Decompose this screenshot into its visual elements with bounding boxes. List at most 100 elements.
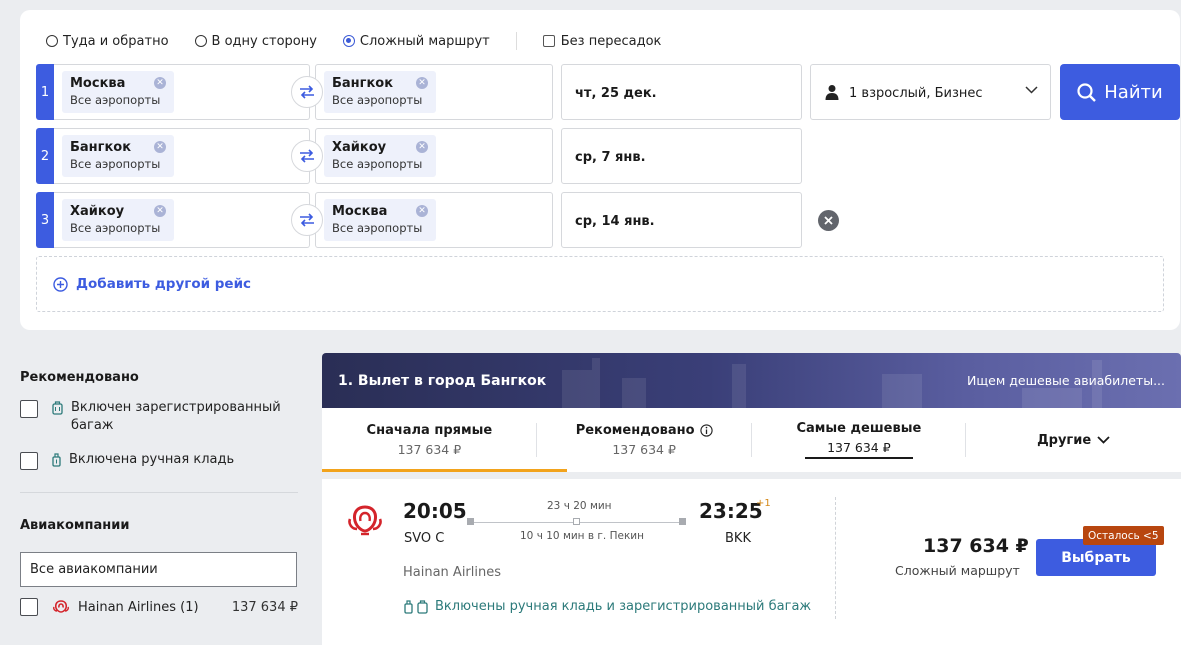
suitcase-icon <box>52 401 63 415</box>
clear-destination-icon[interactable]: ✕ <box>416 141 428 153</box>
origin-airports: Все аэропорты <box>70 93 161 107</box>
swap-button[interactable] <box>291 140 323 172</box>
trip-type-multicity-label: Сложный маршрут <box>359 33 490 49</box>
hainan-logo-icon <box>53 600 69 613</box>
suitcase-icon <box>417 599 428 614</box>
hand-bag-icon <box>52 453 61 467</box>
direct-only-label: Без пересадок <box>560 33 662 49</box>
leg-number: 3 <box>36 192 54 248</box>
swap-icon <box>300 213 314 227</box>
baggage-info: Включены ручная кладь и зарегистрированн… <box>404 599 811 614</box>
close-icon <box>824 216 833 225</box>
date-field[interactable]: чт, 25 дек. <box>561 64 802 120</box>
search-status: Ищем дешевые авиабилеты... <box>967 373 1165 388</box>
airline-filter-price: 137 634 ₽ <box>231 599 298 615</box>
radio-oneway[interactable] <box>194 35 207 47</box>
tab-recommended[interactable]: Рекомендовано 137 634 ₽ <box>537 408 752 472</box>
departure-airport: SVO C <box>404 531 445 546</box>
tab-label-wrap: Рекомендовано <box>576 423 713 438</box>
destination-chip[interactable]: Москва Все аэропорты ✕ <box>324 199 436 241</box>
ticket-divider <box>835 497 836 619</box>
origin-field[interactable]: Хайкоу Все аэропорты ✕ <box>54 192 310 248</box>
plus-circle-icon <box>53 276 68 292</box>
airlines-title: Авиакомпании <box>20 518 130 533</box>
direct-only-checkbox[interactable] <box>542 35 555 47</box>
destination-field[interactable]: Москва Все аэропорты ✕ <box>315 192 553 248</box>
arrival-airport: BKK <box>725 531 751 546</box>
airline-filter-name: Hainan Airlines (1) <box>78 599 199 615</box>
destination-field[interactable]: Бангкок Все аэропорты ✕ <box>315 64 553 120</box>
swap-button[interactable] <box>291 76 323 108</box>
destination-chip[interactable]: Хайкоу Все аэропорты ✕ <box>324 135 436 177</box>
hand-luggage-checkbox[interactable] <box>20 452 38 470</box>
tab-label: Самые дешевые <box>796 421 922 436</box>
info-icon[interactable] <box>699 424 713 437</box>
tab-cheapest[interactable]: Самые дешевые 137 634 ₽ <box>752 408 967 472</box>
origin-field[interactable]: Москва Все аэропорты ✕ <box>54 64 310 120</box>
route-dot-end <box>679 518 686 525</box>
origin-field[interactable]: Бангкок Все аэропорты ✕ <box>54 128 310 184</box>
origin-chip[interactable]: Москва Все аэропорты ✕ <box>62 71 174 113</box>
chevron-down-icon <box>1097 436 1110 444</box>
clear-origin-icon[interactable]: ✕ <box>154 141 166 153</box>
filter-checked-baggage[interactable]: Включен зарегистрированный багаж <box>20 399 298 435</box>
route-dot-start <box>467 518 474 525</box>
airline-name: Hainan Airlines <box>403 565 502 580</box>
destination-city: Хайкоу <box>332 140 387 155</box>
direct-only-option[interactable]: Без пересадок <box>542 33 662 49</box>
tab-other[interactable]: Другие <box>966 408 1181 472</box>
route-dot-stop <box>573 518 580 525</box>
passengers-select[interactable]: 1 взрослый, Бизнес <box>810 64 1051 120</box>
origin-city: Москва <box>70 76 126 91</box>
departure-time: 20:05 <box>403 499 467 523</box>
clear-destination-icon[interactable]: ✕ <box>416 77 428 89</box>
origin-chip[interactable]: Хайкоу Все аэропорты ✕ <box>62 199 174 241</box>
seats-left-badge: Осталось <5 <box>1083 526 1164 545</box>
destination-city: Бангкок <box>332 76 394 91</box>
add-leg-button[interactable]: Добавить другой рейс <box>36 256 1164 312</box>
destination-airports: Все аэропорты <box>332 157 423 171</box>
results-panel: 1. Вылет в город Бангкок Ищем дешевые ав… <box>322 353 1181 645</box>
tab-label: Другие <box>1037 432 1092 448</box>
filters-sidebar: Рекомендовано Включен зарегистрированный… <box>20 370 298 616</box>
origin-chip[interactable]: Бангкок Все аэропорты ✕ <box>62 135 174 177</box>
date-value: ср, 14 янв. <box>575 213 655 229</box>
destination-field[interactable]: Хайкоу Все аэропорты ✕ <box>315 128 553 184</box>
tab-price: 137 634 ₽ <box>612 442 676 457</box>
radio-roundtrip[interactable] <box>46 35 58 47</box>
date-field[interactable]: ср, 7 янв. <box>561 128 802 184</box>
clear-origin-icon[interactable]: ✕ <box>154 205 166 217</box>
airlines-select[interactable]: Все авиакомпании <box>20 552 297 587</box>
clear-origin-icon[interactable]: ✕ <box>154 77 166 89</box>
trip-type-oneway[interactable]: В одну сторону <box>194 34 317 49</box>
swap-button[interactable] <box>291 204 323 236</box>
checked-baggage-checkbox[interactable] <box>20 400 38 418</box>
remove-leg-button[interactable] <box>818 210 839 231</box>
passengers-value: 1 взрослый, Бизнес <box>849 85 983 101</box>
tab-price: 137 634 ₽ <box>397 442 462 457</box>
date-value: чт, 25 дек. <box>575 85 657 101</box>
clear-destination-icon[interactable]: ✕ <box>416 205 428 217</box>
arrival-time: 23:25 <box>699 499 763 523</box>
trip-type-roundtrip[interactable]: Туда и обратно <box>46 34 169 49</box>
divider <box>515 32 517 50</box>
radio-multicity[interactable] <box>342 35 355 47</box>
trip-type-multicity[interactable]: Сложный маршрут <box>342 33 490 49</box>
date-field[interactable]: ср, 14 янв. <box>561 192 802 248</box>
origin-city: Бангкок <box>70 140 132 155</box>
baggage-text: Включены ручная кладь и зарегистрированн… <box>435 599 812 614</box>
swap-icon <box>300 85 314 99</box>
tab-direct-first[interactable]: Сначала прямые 137 634 ₽ <box>322 408 567 472</box>
trip-type-roundtrip-label: Туда и обратно <box>63 33 169 49</box>
origin-city: Хайкоу <box>70 204 125 219</box>
filter-hand-luggage[interactable]: Включена ручная кладь <box>20 451 298 470</box>
skyline-decoration <box>592 358 600 408</box>
find-button[interactable]: Найти <box>1060 64 1180 120</box>
skyline-decoration <box>562 370 592 408</box>
airline-filter-row[interactable]: Hainan Airlines (1) 137 634 ₽ <box>20 598 298 616</box>
destination-chip[interactable]: Бангкок Все аэропорты ✕ <box>324 71 436 113</box>
ticket-card[interactable]: 20:05 SVO C 23 ч 20 мин 10 ч 10 мин в г.… <box>322 479 1181 645</box>
airline-checkbox[interactable] <box>20 598 38 616</box>
origin-airports: Все аэропорты <box>70 221 161 235</box>
find-button-label: Найти <box>1104 81 1163 103</box>
